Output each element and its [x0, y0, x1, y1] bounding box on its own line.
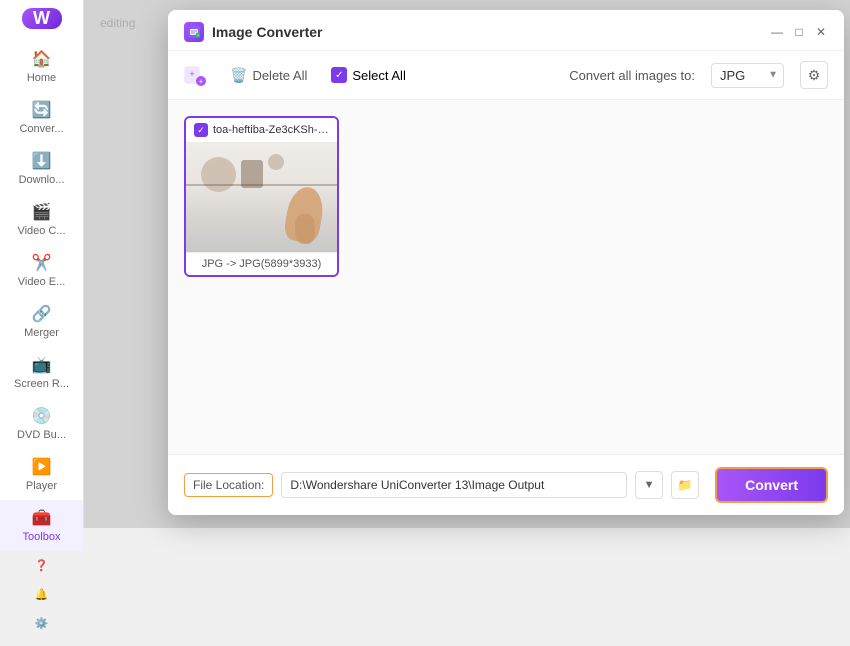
sidebar-item-label: Home [27, 72, 56, 84]
sidebar-item-label: Player [26, 480, 57, 492]
gear-icon: ⚙ [808, 67, 821, 84]
sidebar-item-player[interactable]: ▶️ Player [0, 449, 83, 500]
modal-title-section: + Image Converter [184, 22, 322, 42]
folder-icon: 📁 [678, 478, 693, 492]
bell-icon: 🔔 [35, 588, 49, 601]
sidebar-item-label: Merger [24, 327, 59, 339]
image-card[interactable]: ✓ toa-heftiba-Ze3cKSh-Kg... [184, 116, 339, 277]
select-all-checkbox[interactable]: ✓ Select All [331, 67, 405, 83]
modal-body: ✓ toa-heftiba-Ze3cKSh-Kg... [168, 100, 844, 454]
video-e-icon: ✂️ [32, 253, 52, 273]
sidebar-item-label: DVD Bu... [17, 429, 66, 441]
sidebar-item-video-e[interactable]: ✂️ Video E... [0, 245, 83, 296]
sidebar-bottom: ❓ 🔔 ⚙️ [0, 551, 83, 646]
modal-title: Image Converter [212, 24, 322, 40]
home-icon: 🏠 [32, 49, 52, 69]
svg-text:+: + [197, 34, 199, 38]
path-dropdown-button[interactable]: ▼ [635, 471, 663, 499]
sidebar-item-help[interactable]: ❓ [0, 551, 83, 580]
card-filename: toa-heftiba-Ze3cKSh-Kg... [213, 124, 329, 136]
sidebar-item-toolbox[interactable]: 🧰 Toolbox [0, 500, 83, 551]
sidebar-item-label: Conver... [19, 123, 63, 135]
format-settings-button[interactable]: ⚙ [800, 61, 828, 89]
modal-titlebar: + Image Converter — □ ✕ [168, 10, 844, 51]
convert-button[interactable]: Convert [715, 467, 828, 503]
add-files-button[interactable]: + + [184, 64, 206, 86]
select-all-label: Select All [352, 68, 405, 83]
browse-folder-button[interactable]: 📁 [671, 471, 699, 499]
maximize-button[interactable]: □ [792, 25, 806, 39]
thumbnail-image [186, 142, 337, 252]
merger-icon: 🔗 [32, 304, 52, 324]
minimize-button[interactable]: — [770, 25, 784, 39]
screen-icon: 📺 [32, 355, 52, 375]
shelf-line [186, 184, 337, 186]
sidebar-item-merger[interactable]: 🔗 Merger [0, 296, 83, 347]
svg-text:+: + [199, 77, 204, 86]
sidebar: W 🏠 Home 🔄 Conver... ⬇️ Downlo... 🎬 Vide… [0, 0, 84, 528]
card-checkbox[interactable]: ✓ [194, 123, 208, 137]
app-logo: W [22, 8, 62, 29]
sidebar-item-label: Video E... [18, 276, 66, 288]
sidebar-item-dvd-bu[interactable]: 💿 DVD Bu... [0, 398, 83, 449]
hand-detail [295, 214, 315, 244]
card-thumbnail [186, 142, 337, 252]
sidebar-item-download[interactable]: ⬇️ Downlo... [0, 143, 83, 194]
player-icon: ▶️ [32, 457, 52, 477]
sidebar-item-bell[interactable]: 🔔 [0, 580, 83, 609]
main-content: editing s or D. + [84, 0, 850, 528]
shelf-small-circle [268, 154, 284, 170]
delete-all-button[interactable]: 🗑️ Delete All [222, 63, 315, 88]
delete-icon: 🗑️ [230, 67, 247, 84]
toolbox-icon: 🧰 [32, 508, 52, 528]
shelf-circle [201, 157, 236, 192]
close-button[interactable]: ✕ [814, 25, 828, 39]
sidebar-item-label: Video C... [17, 225, 65, 237]
checkbox-icon: ✓ [331, 67, 347, 83]
video-c-icon: 🎬 [32, 202, 52, 222]
image-converter-modal: + Image Converter — □ ✕ + [168, 10, 844, 515]
svg-text:+: + [189, 69, 194, 79]
sidebar-item-video-c[interactable]: 🎬 Video C... [0, 194, 83, 245]
modal-icon: + [184, 22, 204, 42]
settings-icon: ⚙️ [35, 617, 49, 630]
image-grid: ✓ toa-heftiba-Ze3cKSh-Kg... [184, 116, 828, 277]
sidebar-item-label: Downlo... [19, 174, 65, 186]
app-background: W 🏠 Home 🔄 Conver... ⬇️ Downlo... 🎬 Vide… [0, 0, 850, 528]
sidebar-item-screen-r[interactable]: 📺 Screen R... [0, 347, 83, 398]
sidebar-item-home[interactable]: 🏠 Home [0, 41, 83, 92]
delete-all-label: Delete All [252, 68, 307, 83]
file-location-label: File Location: [184, 473, 273, 497]
card-label: JPG -> JPG(5899*3933) [186, 252, 337, 275]
convert-all-label: Convert all images to: [569, 68, 695, 83]
modal-footer: File Location: ▼ 📁 Convert [168, 454, 844, 515]
modal-toolbar: + + 🗑️ Delete All ✓ Select All Convert a [168, 51, 844, 100]
window-controls: — □ ✕ [770, 25, 828, 39]
convert-icon: 🔄 [32, 100, 52, 120]
format-select-wrapper[interactable]: JPG PNG BMP TIFF WEBP ▼ [711, 63, 784, 88]
dvd-icon: 💿 [32, 406, 52, 426]
file-path-input[interactable] [281, 472, 627, 498]
format-select[interactable]: JPG PNG BMP TIFF WEBP [711, 63, 784, 88]
sidebar-item-settings[interactable]: ⚙️ [0, 609, 83, 638]
sidebar-item-label: Screen R... [14, 378, 69, 390]
image-card-header: ✓ toa-heftiba-Ze3cKSh-Kg... [186, 118, 337, 142]
download-icon: ⬇️ [32, 151, 52, 171]
help-icon: ❓ [35, 559, 49, 572]
sidebar-item-convert[interactable]: 🔄 Conver... [0, 92, 83, 143]
sidebar-item-label: Toolbox [23, 531, 61, 543]
chevron-down-icon: ▼ [644, 479, 655, 491]
